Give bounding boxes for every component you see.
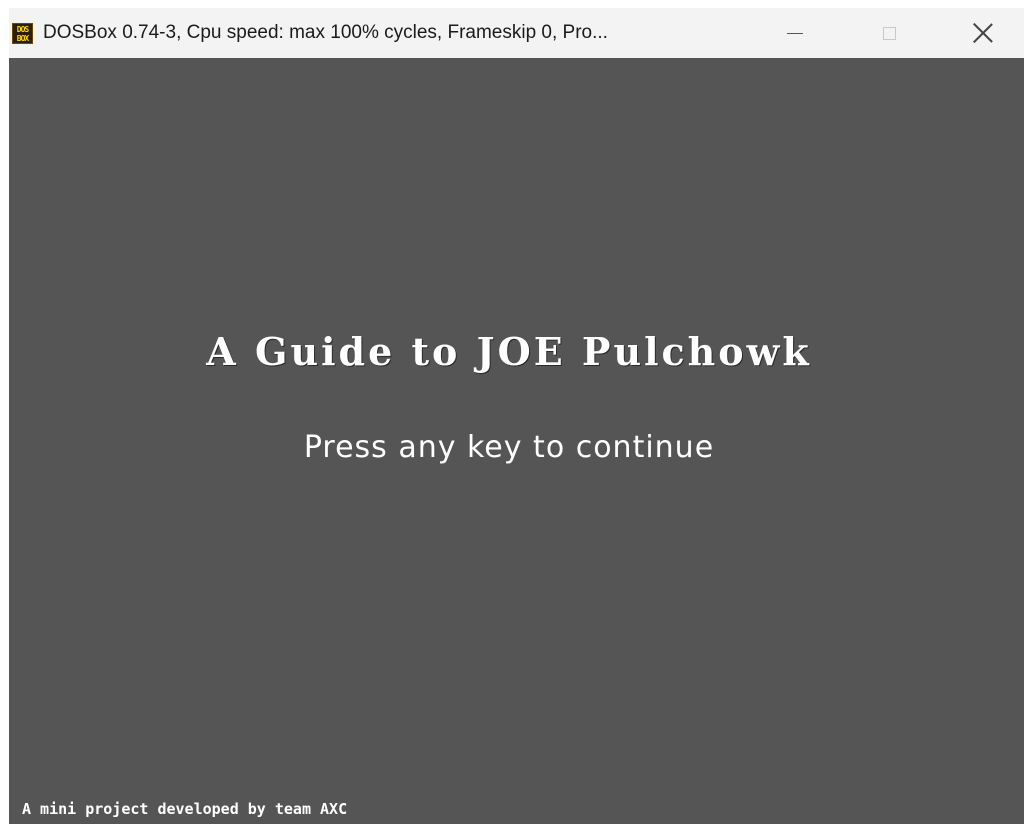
window-title: DOSBox 0.74-3, Cpu speed: max 100% cycle… bbox=[43, 22, 608, 43]
dosbox-icon-line2: BOX bbox=[16, 34, 29, 43]
dosbox-icon[interactable]: DOS BOX bbox=[12, 23, 33, 44]
close-button[interactable] bbox=[960, 8, 1006, 58]
title-bar[interactable]: DOS BOX DOSBox 0.74-3, Cpu speed: max 10… bbox=[9, 8, 1024, 58]
dosbox-icon-line1: DOS bbox=[16, 25, 29, 34]
credits-text: A mini project developed by team AXC bbox=[22, 800, 348, 818]
maximize-icon bbox=[882, 26, 896, 40]
close-icon bbox=[973, 23, 993, 43]
minimize-button[interactable] bbox=[772, 8, 818, 58]
continue-prompt: Press any key to continue bbox=[303, 430, 715, 465]
maximize-button[interactable] bbox=[866, 8, 912, 58]
dosbox-window: DOS BOX DOSBox 0.74-3, Cpu speed: max 10… bbox=[9, 8, 1024, 824]
game-title: A Guide to JOE Pulchowk bbox=[206, 329, 812, 374]
minimize-icon bbox=[787, 32, 803, 34]
dos-screen[interactable]: A Guide to JOE Pulchowk Press any key to… bbox=[9, 58, 1024, 824]
